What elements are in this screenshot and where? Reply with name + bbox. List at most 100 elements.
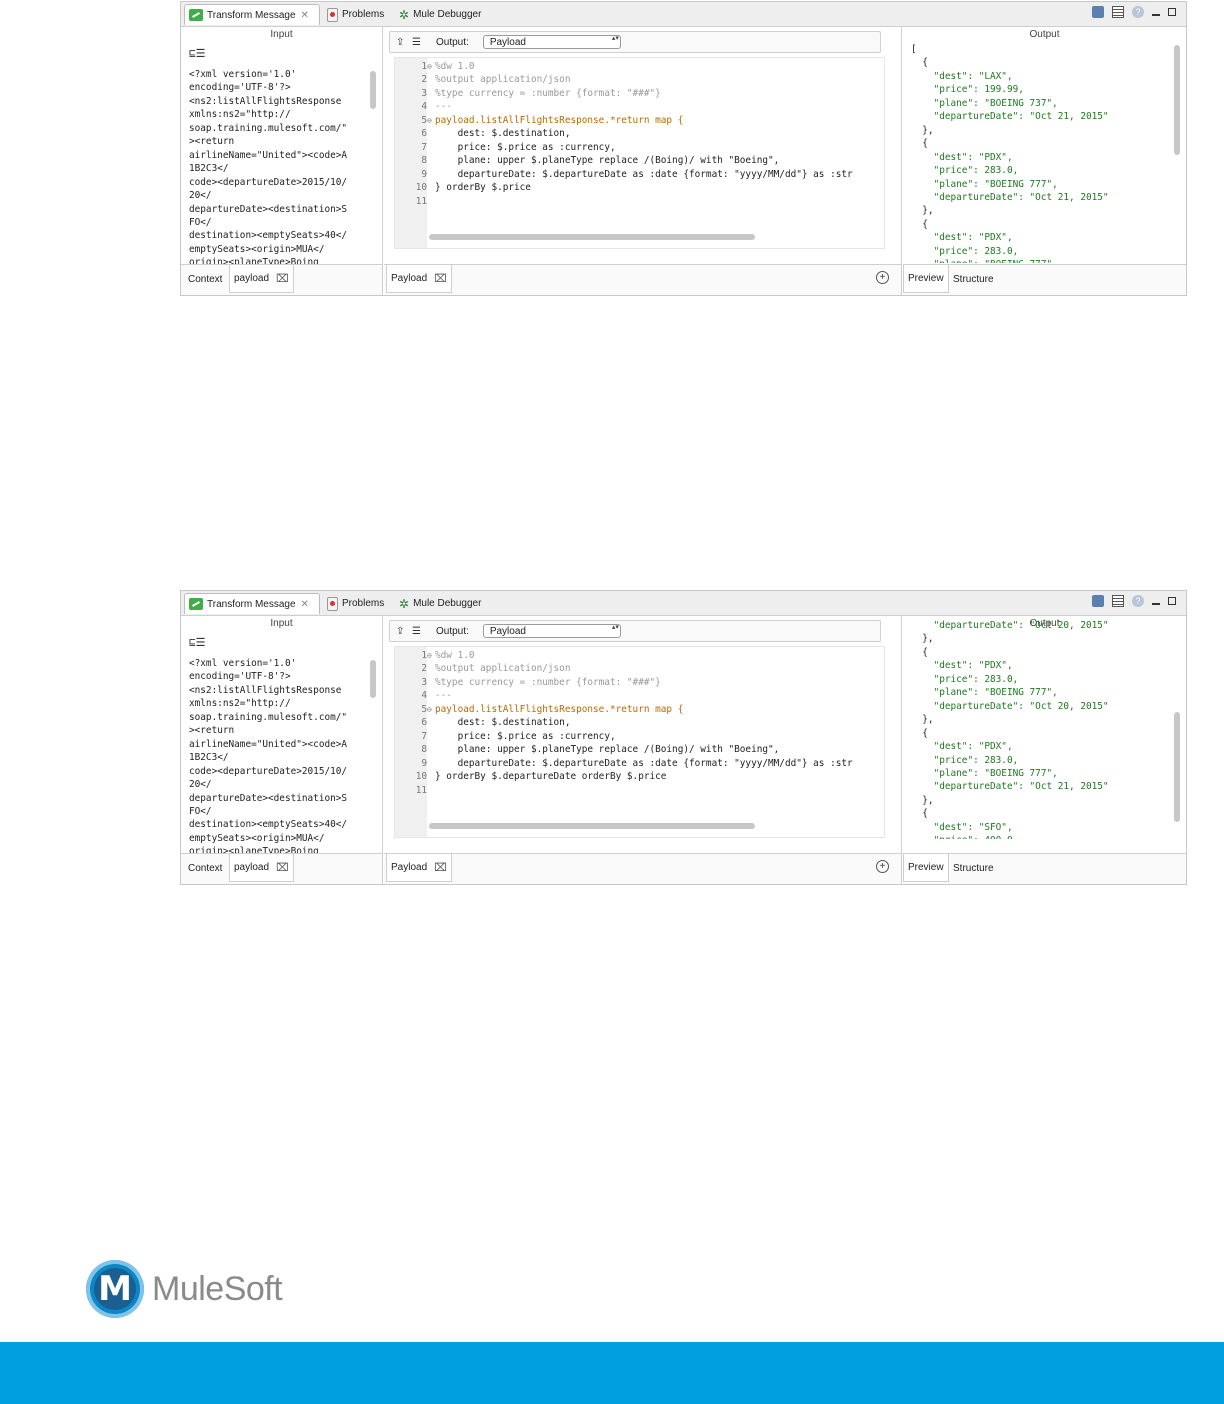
output-select[interactable]: Payload — [482, 624, 621, 638]
output-scrollbar[interactable] — [1174, 712, 1180, 822]
dataweave-editor[interactable]: 1⊖ %dw 1.0 2 %output application/json 3 %type… — [394, 646, 885, 838]
tab-problems[interactable]: Problems — [323, 593, 388, 614]
tree-view-icon[interactable] — [1112, 595, 1124, 607]
close-icon[interactable]: ✕ — [301, 10, 309, 21]
code-line: 5⊖ payload.listAllFlightsResponse.*return… — [409, 114, 884, 127]
xml-line: code><departureDate>2015/10/ — [189, 765, 348, 777]
json-line: "departureDate": "Oct 21, 2015" — [911, 191, 1109, 203]
add-output-icon[interactable]: + — [876, 271, 889, 284]
json-line: "departureDate": "Oct 20, 2015" — [911, 620, 1109, 631]
fold-icon[interactable]: ⊖ — [427, 114, 435, 127]
xml-line: departureDate><destination>S — [189, 203, 348, 215]
minimize-icon[interactable] — [1152, 8, 1160, 16]
input-scrollbar[interactable] — [370, 660, 376, 698]
json-line: "dest": "PDX", — [911, 660, 1013, 672]
help-icon[interactable]: ? — [1132, 6, 1144, 18]
xml-line: 20</ — [189, 779, 212, 791]
tab-context[interactable]: Context — [184, 265, 226, 293]
xml-line: origin><planeType>Boing — [189, 257, 319, 264]
output-select[interactable]: Payload — [482, 35, 621, 49]
save-icon[interactable] — [1092, 6, 1104, 18]
minimize-icon[interactable] — [1152, 597, 1160, 605]
xml-line: 1B2C3</ — [189, 752, 229, 764]
fold-icon[interactable]: ⊖ — [427, 649, 435, 662]
code-lines: 1⊖ %dw 1.0 2 %output application/json 3 %type… — [409, 649, 884, 833]
json-line: "plane": "BOEING 777", — [911, 178, 1058, 190]
xml-line: emptySeats><origin>MUA</ — [189, 832, 325, 844]
input-panel: Input ⊑☰ <?xml version='1.0' encoding='UT… — [181, 27, 383, 295]
line-number: 10 — [415, 182, 427, 194]
tab-label: Payload — [391, 273, 428, 284]
export-icon[interactable]: ⇪ — [396, 626, 406, 637]
tree-toggle-icon[interactable]: ☰ — [412, 626, 422, 637]
tab-mule-debugger[interactable]: ✲ Mule Debugger — [395, 4, 485, 25]
line-number: 4 — [421, 101, 427, 113]
add-output-icon[interactable]: + — [876, 860, 889, 873]
code-line: 3 %type currency = :number {format: "###"… — [409, 87, 884, 100]
help-icon[interactable]: ? — [1132, 595, 1144, 607]
maximize-icon[interactable] — [1168, 8, 1176, 16]
tree-toggle-icon[interactable]: ⊑☰ — [189, 636, 205, 649]
line-number: 9 — [421, 168, 427, 180]
line-number: 4 — [421, 690, 427, 702]
maximize-icon[interactable] — [1168, 597, 1176, 605]
xml-line: <?xml version='1.0' — [189, 658, 297, 669]
output-title: Output — [1029, 29, 1060, 40]
fold-icon[interactable]: ⊖ — [427, 60, 435, 73]
tab-payload[interactable]: payload ⌧ — [229, 265, 294, 293]
output-bottom-tabs: Preview Structure — [903, 264, 1186, 295]
output-scrollbar[interactable] — [1174, 45, 1180, 155]
tab-preview[interactable]: Preview — [903, 854, 949, 882]
code-text: payload.listAllFlightsResponse.*return m… — [435, 703, 684, 715]
xml-line: 1B2C3</ — [189, 163, 229, 175]
input-xml: <?xml version='1.0' encoding='UTF-8'?> <ns… — [189, 68, 365, 264]
fold-icon[interactable]: ⊖ — [427, 703, 435, 716]
tree-toggle-icon[interactable]: ⊑☰ — [189, 47, 205, 60]
close-icon[interactable]: ⌧ — [434, 272, 447, 285]
json-line: }, — [911, 633, 934, 645]
bug-icon: ✲ — [399, 596, 410, 611]
code-line: 9 departureDate: $.departureDate as :dat… — [409, 757, 884, 770]
tree-view-icon[interactable] — [1112, 6, 1124, 18]
tab-structure[interactable]: Structure — [949, 854, 998, 882]
json-line: "price": 283.0, — [911, 673, 1019, 685]
json-line: "price": 199.99, — [911, 84, 1024, 96]
editor-hscrollbar[interactable] — [429, 234, 755, 240]
code-text: %dw 1.0 — [435, 650, 475, 661]
line-number: 11 — [415, 784, 427, 796]
input-title: Input — [270, 618, 293, 629]
tab-payload[interactable]: payload ⌧ — [229, 854, 294, 882]
transform-icon — [189, 598, 203, 610]
tab-problems[interactable]: Problems — [323, 4, 388, 25]
problems-icon — [327, 7, 338, 22]
input-scrollbar[interactable] — [370, 71, 376, 109]
save-icon[interactable] — [1092, 595, 1104, 607]
tab-payload-output[interactable]: Payload ⌧ — [386, 854, 452, 882]
tab-transform-message[interactable]: Transform Message ✕ — [184, 593, 320, 614]
code-lines: 1⊖ %dw 1.0 2 %output application/json 3 %type… — [409, 60, 884, 244]
code-toolbar: ⇪ ☰ Output: Payload — [389, 620, 881, 642]
export-icon[interactable]: ⇪ — [396, 37, 406, 48]
close-icon[interactable]: ⌧ — [434, 861, 447, 874]
tab-mule-debugger[interactable]: ✲ Mule Debugger — [395, 593, 485, 614]
output-panel: Output [ { "dest": "LAX", "price": 199.9… — [903, 27, 1186, 295]
dataweave-editor[interactable]: 1⊖ %dw 1.0 2 %output application/json 3 %type… — [394, 57, 885, 249]
transform-window-2: Transform Message ✕ Problems ✲ Mule Debu… — [180, 590, 1187, 885]
tree-toggle-icon[interactable]: ☰ — [412, 37, 422, 48]
input-xml: <?xml version='1.0' encoding='UTF-8'?> <ns… — [189, 657, 365, 853]
editor-hscrollbar[interactable] — [429, 823, 755, 829]
tab-preview[interactable]: Preview — [903, 265, 949, 293]
code-text: plane: upper $.planeType replace /(Boing… — [435, 744, 780, 756]
code-line: 5⊖ payload.listAllFlightsResponse.*return… — [409, 703, 884, 716]
close-icon[interactable]: ⌧ — [276, 272, 289, 285]
tab-context[interactable]: Context — [184, 854, 226, 882]
close-icon[interactable]: ✕ — [301, 599, 309, 610]
code-bottom-tabs: Payload ⌧ + — [384, 264, 901, 295]
close-icon[interactable]: ⌧ — [276, 861, 289, 874]
tab-transform-message[interactable]: Transform Message ✕ — [184, 4, 320, 25]
json-line: "price": 283.0, — [911, 245, 1019, 257]
json-line: }, — [911, 124, 934, 136]
tab-payload-output[interactable]: Payload ⌧ — [386, 265, 452, 293]
tab-structure[interactable]: Structure — [949, 265, 998, 293]
xml-line: emptySeats><origin>MUA</ — [189, 243, 325, 255]
